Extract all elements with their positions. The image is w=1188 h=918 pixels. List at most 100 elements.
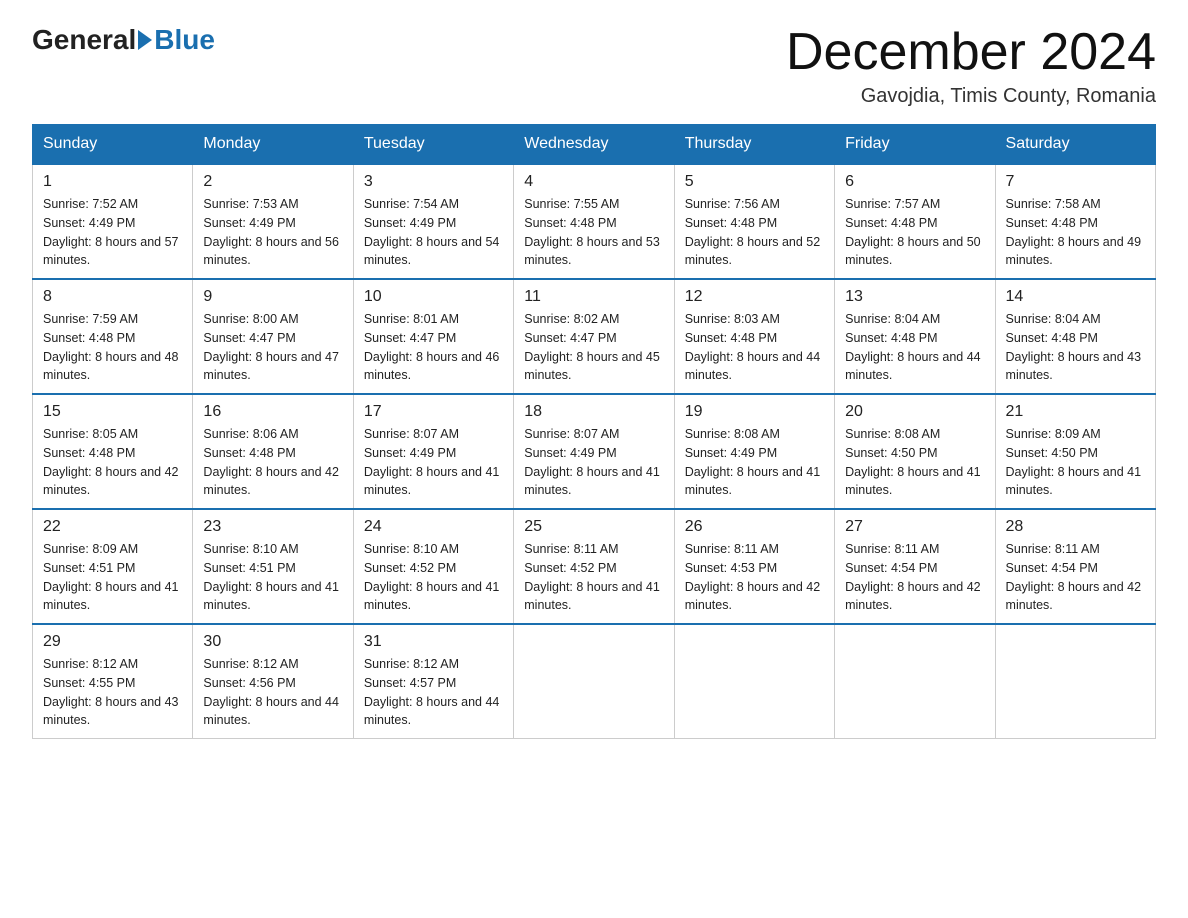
- sunrise-label: Sunrise: 8:06 AM: [203, 427, 298, 441]
- day-info: Sunrise: 8:01 AM Sunset: 4:47 PM Dayligh…: [364, 310, 503, 385]
- calendar-day-cell: 2 Sunrise: 7:53 AM Sunset: 4:49 PM Dayli…: [193, 164, 353, 279]
- day-info: Sunrise: 8:00 AM Sunset: 4:47 PM Dayligh…: [203, 310, 342, 385]
- calendar-day-cell: 13 Sunrise: 8:04 AM Sunset: 4:48 PM Dayl…: [835, 279, 995, 394]
- day-info: Sunrise: 8:10 AM Sunset: 4:51 PM Dayligh…: [203, 540, 342, 615]
- daylight-label: Daylight: 8 hours and 49 minutes.: [1006, 235, 1142, 268]
- sunrise-label: Sunrise: 8:00 AM: [203, 312, 298, 326]
- sunrise-label: Sunrise: 7:52 AM: [43, 197, 138, 211]
- sunset-label: Sunset: 4:52 PM: [524, 561, 616, 575]
- daylight-label: Daylight: 8 hours and 42 minutes.: [685, 580, 821, 613]
- day-info: Sunrise: 8:03 AM Sunset: 4:48 PM Dayligh…: [685, 310, 824, 385]
- daylight-label: Daylight: 8 hours and 41 minutes.: [364, 580, 500, 613]
- calendar-day-cell: 8 Sunrise: 7:59 AM Sunset: 4:48 PM Dayli…: [33, 279, 193, 394]
- calendar-day-cell: 21 Sunrise: 8:09 AM Sunset: 4:50 PM Dayl…: [995, 394, 1155, 509]
- sunrise-label: Sunrise: 7:59 AM: [43, 312, 138, 326]
- day-of-week-header: Wednesday: [514, 125, 674, 165]
- day-info: Sunrise: 7:57 AM Sunset: 4:48 PM Dayligh…: [845, 195, 984, 270]
- daylight-label: Daylight: 8 hours and 53 minutes.: [524, 235, 660, 268]
- sunset-label: Sunset: 4:49 PM: [203, 216, 295, 230]
- sunrise-label: Sunrise: 8:07 AM: [524, 427, 619, 441]
- day-info: Sunrise: 8:11 AM Sunset: 4:52 PM Dayligh…: [524, 540, 663, 615]
- day-info: Sunrise: 8:05 AM Sunset: 4:48 PM Dayligh…: [43, 425, 182, 500]
- day-number: 1: [43, 173, 182, 191]
- sunset-label: Sunset: 4:51 PM: [203, 561, 295, 575]
- daylight-label: Daylight: 8 hours and 41 minutes.: [685, 465, 821, 498]
- day-info: Sunrise: 8:12 AM Sunset: 4:57 PM Dayligh…: [364, 655, 503, 730]
- title-block: December 2024 Gavojdia, Timis County, Ro…: [786, 24, 1156, 108]
- day-number: 22: [43, 518, 182, 536]
- calendar-day-cell: 11 Sunrise: 8:02 AM Sunset: 4:47 PM Dayl…: [514, 279, 674, 394]
- day-info: Sunrise: 8:08 AM Sunset: 4:49 PM Dayligh…: [685, 425, 824, 500]
- sunset-label: Sunset: 4:51 PM: [43, 561, 135, 575]
- sunset-label: Sunset: 4:52 PM: [364, 561, 456, 575]
- daylight-label: Daylight: 8 hours and 44 minutes.: [685, 350, 821, 383]
- daylight-label: Daylight: 8 hours and 52 minutes.: [685, 235, 821, 268]
- daylight-label: Daylight: 8 hours and 48 minutes.: [43, 350, 179, 383]
- sunset-label: Sunset: 4:55 PM: [43, 676, 135, 690]
- day-number: 9: [203, 288, 342, 306]
- day-number: 14: [1006, 288, 1145, 306]
- day-info: Sunrise: 7:52 AM Sunset: 4:49 PM Dayligh…: [43, 195, 182, 270]
- sunset-label: Sunset: 4:56 PM: [203, 676, 295, 690]
- sunset-label: Sunset: 4:50 PM: [1006, 446, 1098, 460]
- daylight-label: Daylight: 8 hours and 42 minutes.: [43, 465, 179, 498]
- sunrise-label: Sunrise: 8:12 AM: [43, 657, 138, 671]
- page-header: General Blue December 2024 Gavojdia, Tim…: [32, 24, 1156, 108]
- sunset-label: Sunset: 4:49 PM: [364, 446, 456, 460]
- day-info: Sunrise: 8:11 AM Sunset: 4:54 PM Dayligh…: [845, 540, 984, 615]
- calendar-day-cell: [995, 624, 1155, 739]
- sunset-label: Sunset: 4:48 PM: [845, 216, 937, 230]
- day-number: 17: [364, 403, 503, 421]
- sunrise-label: Sunrise: 8:01 AM: [364, 312, 459, 326]
- sunset-label: Sunset: 4:48 PM: [1006, 331, 1098, 345]
- sunrise-label: Sunrise: 8:02 AM: [524, 312, 619, 326]
- sunrise-label: Sunrise: 8:12 AM: [364, 657, 459, 671]
- calendar-day-cell: 20 Sunrise: 8:08 AM Sunset: 4:50 PM Dayl…: [835, 394, 995, 509]
- sunset-label: Sunset: 4:48 PM: [685, 216, 777, 230]
- sunrise-label: Sunrise: 8:11 AM: [685, 542, 779, 556]
- day-number: 11: [524, 288, 663, 306]
- sunrise-label: Sunrise: 7:53 AM: [203, 197, 298, 211]
- sunset-label: Sunset: 4:53 PM: [685, 561, 777, 575]
- sunset-label: Sunset: 4:57 PM: [364, 676, 456, 690]
- sunset-label: Sunset: 4:47 PM: [364, 331, 456, 345]
- sunrise-label: Sunrise: 7:57 AM: [845, 197, 940, 211]
- day-number: 18: [524, 403, 663, 421]
- day-number: 28: [1006, 518, 1145, 536]
- calendar-day-cell: [835, 624, 995, 739]
- day-info: Sunrise: 8:02 AM Sunset: 4:47 PM Dayligh…: [524, 310, 663, 385]
- day-number: 25: [524, 518, 663, 536]
- day-number: 30: [203, 633, 342, 651]
- sunrise-label: Sunrise: 8:10 AM: [203, 542, 298, 556]
- sunset-label: Sunset: 4:49 PM: [685, 446, 777, 460]
- day-info: Sunrise: 7:58 AM Sunset: 4:48 PM Dayligh…: [1006, 195, 1145, 270]
- daylight-label: Daylight: 8 hours and 41 minutes.: [845, 465, 981, 498]
- day-info: Sunrise: 8:12 AM Sunset: 4:55 PM Dayligh…: [43, 655, 182, 730]
- day-info: Sunrise: 7:55 AM Sunset: 4:48 PM Dayligh…: [524, 195, 663, 270]
- calendar-day-cell: 22 Sunrise: 8:09 AM Sunset: 4:51 PM Dayl…: [33, 509, 193, 624]
- daylight-label: Daylight: 8 hours and 56 minutes.: [203, 235, 339, 268]
- daylight-label: Daylight: 8 hours and 47 minutes.: [203, 350, 339, 383]
- day-number: 2: [203, 173, 342, 191]
- day-info: Sunrise: 8:04 AM Sunset: 4:48 PM Dayligh…: [845, 310, 984, 385]
- sunset-label: Sunset: 4:48 PM: [685, 331, 777, 345]
- sunrise-label: Sunrise: 8:08 AM: [685, 427, 780, 441]
- day-info: Sunrise: 8:07 AM Sunset: 4:49 PM Dayligh…: [364, 425, 503, 500]
- sunrise-label: Sunrise: 7:56 AM: [685, 197, 780, 211]
- sunset-label: Sunset: 4:49 PM: [524, 446, 616, 460]
- calendar-day-cell: 24 Sunrise: 8:10 AM Sunset: 4:52 PM Dayl…: [353, 509, 513, 624]
- calendar-day-cell: 4 Sunrise: 7:55 AM Sunset: 4:48 PM Dayli…: [514, 164, 674, 279]
- daylight-label: Daylight: 8 hours and 43 minutes.: [43, 695, 179, 728]
- calendar-day-cell: 30 Sunrise: 8:12 AM Sunset: 4:56 PM Dayl…: [193, 624, 353, 739]
- daylight-label: Daylight: 8 hours and 45 minutes.: [524, 350, 660, 383]
- calendar-day-cell: 9 Sunrise: 8:00 AM Sunset: 4:47 PM Dayli…: [193, 279, 353, 394]
- sunset-label: Sunset: 4:48 PM: [43, 331, 135, 345]
- calendar-day-cell: 10 Sunrise: 8:01 AM Sunset: 4:47 PM Dayl…: [353, 279, 513, 394]
- sunset-label: Sunset: 4:48 PM: [845, 331, 937, 345]
- calendar-week-row: 29 Sunrise: 8:12 AM Sunset: 4:55 PM Dayl…: [33, 624, 1156, 739]
- day-info: Sunrise: 8:08 AM Sunset: 4:50 PM Dayligh…: [845, 425, 984, 500]
- day-number: 23: [203, 518, 342, 536]
- day-number: 12: [685, 288, 824, 306]
- sunrise-label: Sunrise: 7:54 AM: [364, 197, 459, 211]
- daylight-label: Daylight: 8 hours and 41 minutes.: [1006, 465, 1142, 498]
